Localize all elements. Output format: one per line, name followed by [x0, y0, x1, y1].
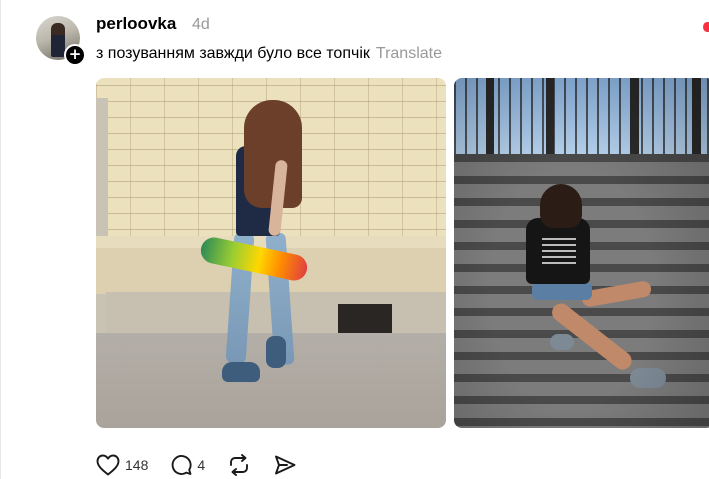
repost-button[interactable] — [227, 454, 251, 476]
repost-icon — [227, 454, 251, 476]
like-button[interactable]: 148 — [96, 454, 148, 476]
like-count: 148 — [125, 457, 149, 473]
reply-count: 4 — [197, 457, 206, 473]
comment-icon — [170, 454, 192, 476]
follow-plus-icon[interactable]: + — [64, 44, 86, 66]
post-photo-1[interactable] — [96, 78, 446, 428]
heart-icon — [96, 454, 120, 476]
post-timestamp[interactable]: 4d — [192, 16, 210, 34]
avatar[interactable]: + — [36, 16, 86, 66]
media-carousel[interactable] — [96, 78, 709, 428]
post-photo-2[interactable] — [454, 78, 709, 428]
partial-heart-icon — [703, 22, 709, 32]
share-icon — [273, 454, 297, 476]
username[interactable]: perloovka — [96, 14, 176, 34]
share-button[interactable] — [273, 454, 297, 476]
post-caption: з позуванням завжди було все топчік Trans… — [96, 45, 442, 63]
post-actions: 148 4 — [96, 452, 319, 478]
reply-button[interactable]: 4 — [170, 454, 205, 476]
feed-divider — [0, 0, 1, 479]
translate-link[interactable]: Translate — [376, 45, 442, 62]
caption-text: з позуванням завжди було все топчік — [96, 45, 370, 62]
